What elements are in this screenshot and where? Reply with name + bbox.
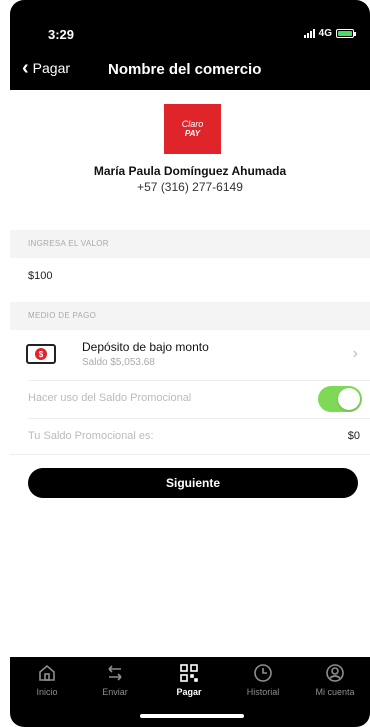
tab-mi-cuenta[interactable]: Mi cuenta <box>304 663 366 697</box>
status-time: 3:29 <box>48 27 75 42</box>
top-bar: 3:29 4G ‹ Pagar Nombre del comercio <box>10 0 370 90</box>
clock-icon <box>254 664 272 682</box>
promo-balance-row: Hacer uso del Saldo Promocional <box>10 384 370 414</box>
logo-text-pay: PAY <box>184 129 201 138</box>
promo-balance-value: $0 <box>347 430 360 442</box>
bottom-tab-bar: Inicio Enviar Pagar Historial Mi cuenta <box>10 657 370 727</box>
claro-pay-logo: Claro PAY <box>164 104 221 154</box>
promo-toggle[interactable] <box>318 386 362 412</box>
transfer-arrows-icon <box>108 665 122 681</box>
divider <box>28 418 370 419</box>
cash-icon: $ <box>26 344 56 364</box>
tab-label: Pagar <box>176 687 202 697</box>
tab-pagar[interactable]: Pagar <box>158 663 220 697</box>
payment-method-balance: Saldo $5,053.68 <box>82 357 155 368</box>
amount-section-label: INGRESA EL VALOR <box>10 230 370 258</box>
merchant-phone: +57 (316) 277-6149 <box>137 180 243 194</box>
tab-inicio[interactable]: Inicio <box>16 663 78 697</box>
tab-enviar[interactable]: Enviar <box>84 663 146 697</box>
qr-code-icon <box>180 664 198 682</box>
logo-text-claro: Claro <box>181 119 204 129</box>
tab-label: Mi cuenta <box>315 687 355 697</box>
user-icon <box>326 664 344 682</box>
toggle-knob <box>338 388 360 410</box>
status-indicators: 4G <box>303 28 356 39</box>
chevron-left-icon: ‹ <box>22 57 29 79</box>
promo-balance-label: Tu Saldo Promocional es: <box>28 430 154 442</box>
divider <box>10 454 370 455</box>
divider <box>28 380 370 381</box>
coin-icon: $ <box>35 348 47 360</box>
tab-label: Historial <box>246 687 280 697</box>
next-button[interactable]: Siguiente <box>28 468 358 498</box>
tab-label: Inicio <box>36 687 58 697</box>
payment-method-selector[interactable]: $ Depósito de bajo monto Saldo $5,053.68… <box>10 330 370 378</box>
merchant-name: María Paula Domínguez Ahumada <box>93 164 287 178</box>
signal-icon <box>303 29 315 38</box>
home-icon <box>39 664 55 681</box>
payment-method-title: Depósito de bajo monto <box>82 340 209 354</box>
page-title: Nombre del comercio <box>108 61 262 78</box>
tab-historial[interactable]: Historial <box>232 663 294 697</box>
tab-label: Enviar <box>102 687 128 697</box>
amount-value[interactable]: $100 <box>28 270 52 282</box>
promo-toggle-label: Hacer uso del Saldo Promocional <box>28 392 192 404</box>
merchant-header: Claro PAY María Paula Domínguez Ahumada … <box>10 90 370 218</box>
phone-screen: 3:29 4G ‹ Pagar Nombre del comercio Clar… <box>10 0 370 727</box>
network-type: 4G <box>318 28 332 39</box>
home-indicator <box>140 714 244 718</box>
back-label: Pagar <box>32 60 71 76</box>
payment-method-section-label: MEDIO DE PAGO <box>10 302 370 330</box>
chevron-right-icon: › <box>352 345 358 362</box>
back-button[interactable]: ‹ Pagar <box>22 57 71 79</box>
promo-balance-info: Tu Saldo Promocional es: $0 <box>10 424 370 448</box>
battery-icon <box>336 29 356 38</box>
